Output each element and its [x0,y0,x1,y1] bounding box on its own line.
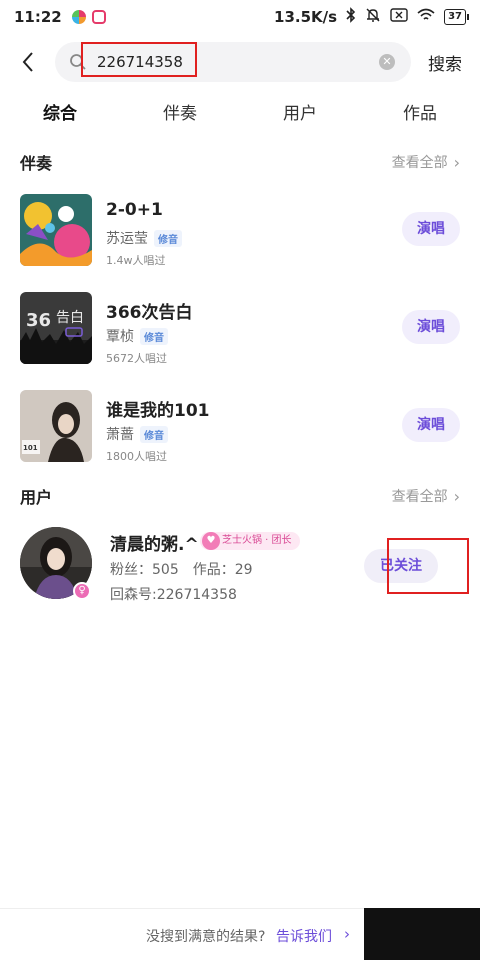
search-icon [69,53,87,71]
view-all-users-link[interactable]: 查看全部 › [392,486,460,506]
back-icon[interactable] [8,40,48,84]
svg-text:36: 36 [26,310,51,331]
following-button[interactable]: 已关注 [364,549,438,583]
tab-accompaniment[interactable]: 伴奏 [149,96,211,136]
fans-count: 粉丝：505 [110,562,179,578]
sim-icon [390,8,408,26]
feedback-prompt: 没搜到满意的结果? [146,929,266,945]
result-tabs: 综合 伴奏 用户 作品 [0,96,480,136]
chevron-right-icon: › [344,925,350,943]
female-gender-icon: ♀ [73,582,91,600]
section-title: 伴奏 [20,154,53,173]
app-notification-icon [91,10,106,24]
feedback-link[interactable]: 告诉我们 [276,926,332,946]
song-title: 366次告白 [106,303,193,323]
tab-label: 用户 [283,104,317,124]
battery-icon: 37 [444,9,469,25]
works-count: 作品：29 [192,562,253,578]
sing-count: 1.4w人唱过 [106,254,166,267]
network-speed: 13.5K/s [274,8,338,26]
view-all-accompaniment-link[interactable]: 查看全部 › [392,152,460,172]
singer-line: 萧蔷 修音 [106,424,168,444]
tab-label: 伴奏 [163,104,197,124]
singer-line: 苏运莹 修音 [106,228,182,248]
sing-count: 1800人唱过 [106,450,167,463]
singer-name: 苏运莹 [106,231,148,247]
song-cover-image: 36 告白 [20,292,92,364]
tab-works[interactable]: 作品 [389,96,451,136]
accompaniment-section-header: 伴奏 查看全部 › [20,150,460,174]
heart-badge-icon: ♥ [202,532,220,550]
sing-button[interactable]: 演唱 [402,408,460,442]
search-button[interactable]: 搜索 [428,50,462,75]
users-section-header: 用户 查看全部 › [20,484,460,508]
status-app-icons [71,10,106,24]
user-stats: 粉丝：505 作品：29 [110,559,253,579]
svg-text:101: 101 [23,444,38,452]
singer-name: 萧蔷 [106,427,134,443]
song-row[interactable]: 101 谁是我的101 萧蔷 修音 1800人唱过 演唱 [20,390,460,464]
user-name: 清晨的粥.^ [110,535,199,555]
user-row[interactable]: ♀ 清晨的粥.^ ♥ 芝士火锅 · 团长 粉丝：505 作品：29 回森号:22… [20,527,460,607]
status-indicators: 13.5K/s 37 [274,7,469,27]
clear-icon[interactable]: ✕ [379,54,395,70]
search-box[interactable]: ✕ [55,42,411,82]
tab-label: 综合 [43,104,77,124]
status-time: 11:22 [14,8,62,26]
singer-line: 覃桢 修音 [106,326,168,346]
song-title: 谁是我的101 [106,401,210,421]
tuning-tag: 修音 [154,229,182,247]
view-all-label: 查看全部 [391,489,448,505]
view-all-label: 查看全部 [391,155,448,171]
sing-count: 5672人唱过 [106,352,167,365]
group-badge: ♥ 芝士火锅 · 团长 [200,532,300,550]
svg-text:告白: 告白 [56,310,84,326]
wifi-icon [417,8,435,26]
song-row[interactable]: 36 告白 366次告白 覃桢 修音 5672人唱过 演唱 [20,292,460,366]
tuning-tag: 修音 [140,327,168,345]
bluetooth-icon [346,7,356,27]
group-badge-label: 芝士火锅 · 团长 [222,535,292,546]
sing-button[interactable]: 演唱 [402,310,460,344]
sing-button[interactable]: 演唱 [402,212,460,246]
mute-bell-icon [365,7,381,27]
tab-users[interactable]: 用户 [269,96,331,136]
tab-all[interactable]: 综合 [29,96,91,136]
app-notification-icon [71,10,86,24]
singer-name: 覃桢 [106,329,134,345]
status-bar: 11:22 13.5K/s 37 [0,0,480,34]
chevron-right-icon: › [453,486,460,506]
overlay-block [364,908,480,960]
tuning-tag: 修音 [140,425,168,443]
song-row[interactable]: 2-0+1 苏运莹 修音 1.4w人唱过 演唱 [20,194,460,268]
song-cover-image: 101 [20,390,92,462]
section-title: 用户 [20,488,53,507]
song-cover-image [20,194,92,266]
search-header: ✕ 搜索 [0,40,480,84]
user-id: 回森号:226714358 [110,587,237,603]
song-title: 2-0+1 [106,200,163,220]
chevron-right-icon: › [453,152,460,172]
search-input[interactable] [97,51,297,73]
tab-label: 作品 [403,104,437,124]
